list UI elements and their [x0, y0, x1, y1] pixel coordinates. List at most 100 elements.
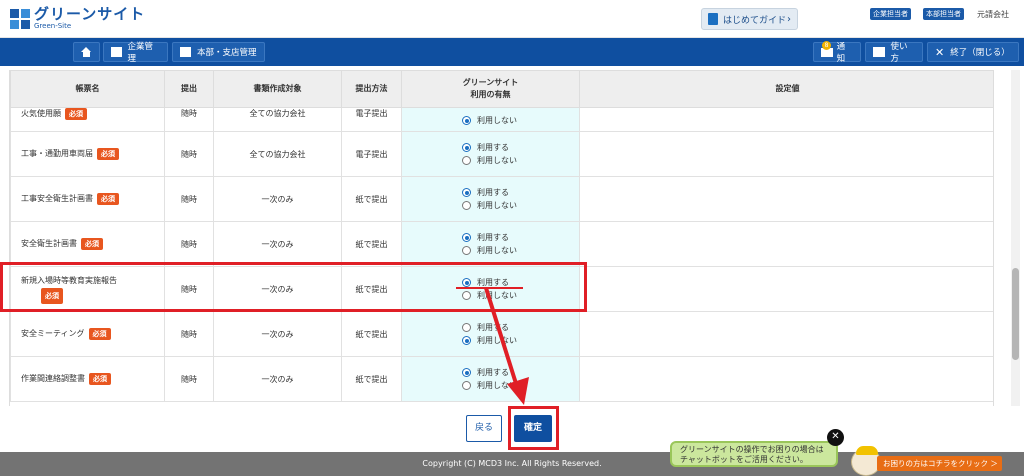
nav-howto[interactable]: 使い方	[865, 42, 923, 64]
nav-notice[interactable]: 8 通知	[813, 41, 861, 64]
report-settings-table-container[interactable]: 帳票名 提出 書類作成対象 提出方法 グリーンサイト 利用の有無 設定値 火気使用…	[9, 70, 994, 406]
row-target: 一次のみ	[213, 176, 342, 222]
radio-use[interactable]: 利用する	[462, 141, 579, 154]
radio-not-use[interactable]: 利用しない	[462, 199, 579, 212]
book-icon	[708, 13, 718, 25]
row-greensite-usage: 利用する 利用しない	[401, 221, 580, 267]
logo-mark-icon	[10, 8, 30, 29]
row-setting	[579, 107, 993, 132]
table-row: 工事安全衛生計画書 必須 随時 一次のみ 紙で提出 利用する 利用しない	[10, 176, 993, 222]
radio-not-use[interactable]: 利用しない	[462, 334, 579, 347]
row-method: 紙で提出	[341, 356, 402, 402]
company-name: 元請会社	[977, 10, 1009, 19]
guide-button-label: はじめてガイド	[723, 15, 787, 26]
chevron-right-icon: ›	[787, 13, 791, 25]
required-badge: 必須	[97, 193, 119, 205]
radio-button[interactable]	[462, 368, 471, 377]
required-badge: 必須	[97, 148, 119, 160]
table-row: 安全衛生計画書 必須 随時 一次のみ 紙で提出 利用する 利用しない	[10, 221, 993, 267]
row-submit: 随時	[164, 176, 214, 222]
radio-button[interactable]	[462, 233, 471, 242]
radio-not-use[interactable]: 利用しない	[462, 244, 579, 257]
row-method: 紙で提出	[341, 221, 402, 267]
chatbot-close-icon[interactable]: ✕	[827, 429, 844, 446]
copyright: Copyright (C) MCD3 Inc. All Rights Reser…	[422, 459, 602, 468]
radio-button[interactable]	[462, 143, 471, 152]
building-icon	[111, 47, 122, 57]
required-badge: 必須	[65, 108, 87, 120]
chatbot-bubble-line2: チャットボットをご活用ください。	[680, 455, 808, 464]
home-icon	[81, 47, 92, 57]
row-submit: 随時	[164, 311, 214, 357]
radio-not-use[interactable]: 利用しない	[462, 154, 579, 167]
logo[interactable]: グリーンサイト Green-Site	[10, 7, 145, 30]
row-target: 一次のみ	[213, 356, 342, 402]
notice-count-badge: 8	[822, 41, 831, 50]
required-badge: 必須	[88, 328, 111, 340]
annotation-confirm-highlight	[508, 406, 559, 450]
nav-exit-label: 終了（閉じる）	[950, 48, 1010, 58]
nav-company-management[interactable]: 企業管理	[103, 42, 168, 64]
row-name: 作業間連絡調整書 必須	[10, 356, 165, 402]
annotation-underline	[456, 287, 523, 289]
report-settings-table: 帳票名 提出 書類作成対象 提出方法 グリーンサイト 利用の有無 設定値 火気使用…	[10, 70, 993, 402]
radio-button[interactable]	[462, 336, 471, 345]
radio-button[interactable]	[462, 246, 471, 255]
header-target: 書類作成対象	[213, 70, 342, 108]
header-report-name: 帳票名	[10, 70, 165, 108]
nav-branch-management[interactable]: 本部・支店管理	[172, 42, 265, 62]
guide-button[interactable]: はじめてガイド ›	[701, 8, 798, 30]
row-greensite-usage: 利用する 利用しない	[401, 356, 580, 402]
radio-not-use[interactable]: 利用しない	[462, 114, 579, 127]
radio-use[interactable]: 利用する	[462, 366, 579, 379]
table-header-row: 帳票名 提出 書類作成対象 提出方法 グリーンサイト 利用の有無 設定値	[10, 70, 993, 108]
radio-use[interactable]: 利用する	[462, 186, 579, 199]
row-submit: 随時	[164, 221, 214, 267]
close-icon: ✕	[935, 45, 945, 59]
row-name: 工事・通勤用車両届 必須	[10, 131, 165, 177]
header-greensite-usage: グリーンサイト 利用の有無	[401, 70, 580, 108]
row-submit: 随時	[164, 356, 214, 402]
row-greensite-usage: 利用する 利用しない	[401, 131, 580, 177]
radio-not-use[interactable]: 利用しない	[462, 379, 579, 392]
row-method: 紙で提出	[341, 176, 402, 222]
radio-button[interactable]	[462, 188, 471, 197]
radio-use[interactable]: 利用する	[462, 321, 579, 334]
row-name: 安全衛生計画書 必須	[10, 221, 165, 267]
row-greensite-usage: 利用しない	[401, 107, 580, 132]
row-method: 紙で提出	[341, 311, 402, 357]
scrollbar[interactable]	[1011, 70, 1020, 406]
header-submit: 提出	[164, 70, 214, 108]
table-row: 作業間連絡調整書 必須 随時 一次のみ 紙で提出 利用する 利用しない	[10, 356, 993, 402]
radio-button[interactable]	[462, 381, 471, 390]
book-open-icon	[873, 47, 885, 57]
nav-exit[interactable]: ✕ 終了（閉じる）	[927, 42, 1019, 62]
row-greensite-usage: 利用する 利用しない	[401, 311, 580, 357]
radio-button[interactable]	[462, 156, 471, 165]
row-target: 一次のみ	[213, 311, 342, 357]
row-setting	[579, 221, 993, 267]
radio-button[interactable]	[462, 201, 471, 210]
role-badge-company: 企業担当者	[870, 8, 911, 20]
back-button[interactable]: 戻る	[466, 415, 502, 442]
table-row: 火気使用願 必須 随時 全ての協力会社 電子提出 利用しない	[10, 107, 993, 132]
row-setting	[579, 311, 993, 357]
nav-branch-management-label: 本部・支店管理	[197, 48, 257, 58]
logo-title: グリーンサイト	[34, 5, 146, 23]
row-name: 工事安全衛生計画書 必須	[10, 176, 165, 222]
row-setting	[579, 131, 993, 177]
row-target: 全ての協力会社	[213, 131, 342, 177]
logo-subtitle: Green-Site	[34, 22, 72, 30]
radio-use[interactable]: 利用する	[462, 231, 579, 244]
top-bar: グリーンサイト Green-Site はじめてガイド › 企業担当者 本部担当者…	[0, 0, 1024, 38]
radio-button[interactable]	[462, 323, 471, 332]
row-name: 安全ミーティング 必須	[10, 311, 165, 357]
chatbot-link-button[interactable]: お困りの方はコチラをクリック ＞	[877, 456, 1002, 471]
chatbot-bubble[interactable]: グリーンサイトの操作でお困りの場合は チャットボットをご活用ください。	[670, 441, 838, 467]
row-target: 全ての協力会社	[213, 107, 342, 132]
radio-button[interactable]	[462, 116, 471, 125]
scrollbar-thumb[interactable]	[1012, 268, 1019, 360]
row-method: 電子提出	[341, 131, 402, 177]
nav-home[interactable]	[73, 42, 100, 62]
row-greensite-usage: 利用する 利用しない	[401, 176, 580, 222]
